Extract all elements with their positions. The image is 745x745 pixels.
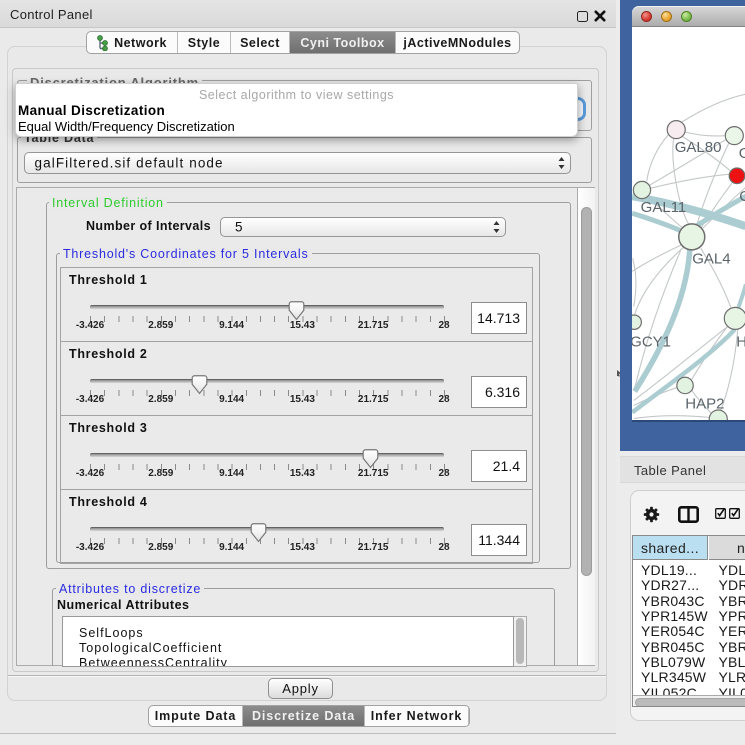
svg-text:GAL80: GAL80: [674, 139, 721, 156]
svg-text:GCY1: GCY1: [632, 333, 671, 350]
svg-text:GAL4: GAL4: [692, 250, 730, 267]
svg-text:H: H: [736, 333, 745, 350]
svg-text:C: C: [739, 188, 745, 205]
svg-text:GAL11: GAL11: [640, 199, 686, 216]
svg-text:GA: GA: [738, 145, 745, 162]
svg-text:HAP2: HAP2: [685, 395, 724, 412]
